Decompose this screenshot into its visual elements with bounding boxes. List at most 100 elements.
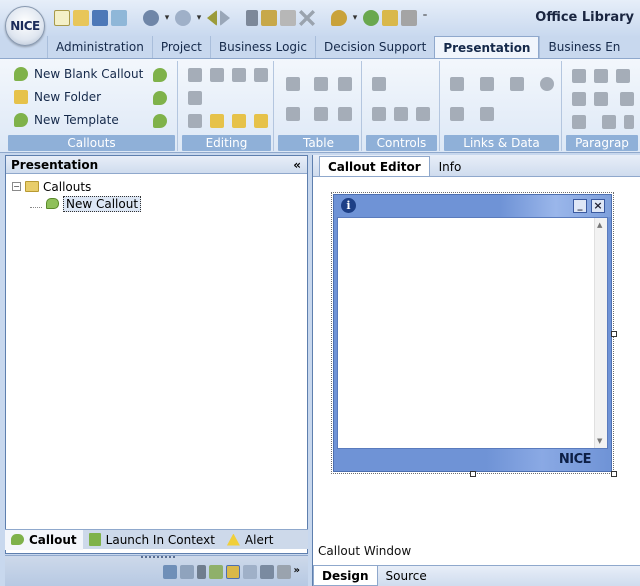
find-icon[interactable]: [331, 10, 347, 26]
callout-content-area[interactable]: ▲ ▼: [337, 217, 608, 449]
tree-view-icon[interactable]: [162, 565, 177, 579]
control-icon[interactable]: [372, 77, 386, 91]
vertical-scrollbar[interactable]: ▲ ▼: [594, 218, 607, 448]
document-icon[interactable]: [450, 77, 464, 91]
align-center-icon[interactable]: [594, 69, 608, 83]
resize-handle-corner[interactable]: [611, 471, 617, 477]
resize-handle-right[interactable]: [611, 331, 617, 337]
tree-folder-callouts[interactable]: − Callouts: [12, 178, 307, 195]
collapse-panel-button[interactable]: «: [293, 156, 301, 174]
insert-column-icon[interactable]: [286, 107, 300, 121]
window-icon[interactable]: [242, 565, 257, 579]
pages-icon[interactable]: [179, 565, 194, 579]
bulleted-list-icon[interactable]: [594, 92, 608, 106]
tab-callout[interactable]: Callout: [5, 529, 83, 550]
indent-icon[interactable]: [602, 115, 616, 129]
cut-icon[interactable]: [188, 68, 202, 82]
paste-icon[interactable]: [280, 10, 296, 26]
collapse-node-icon[interactable]: −: [12, 182, 21, 191]
undo-icon[interactable]: [143, 10, 159, 26]
layout-icon[interactable]: [372, 107, 386, 121]
settings-icon[interactable]: [540, 77, 554, 91]
select-all-icon[interactable]: [254, 114, 268, 128]
tab-administration[interactable]: Administration: [47, 36, 152, 58]
new-icon[interactable]: [54, 10, 70, 26]
merge-cells-icon[interactable]: [338, 107, 352, 121]
link-image-icon[interactable]: [480, 107, 494, 121]
scroll-down-icon[interactable]: ▼: [597, 437, 602, 445]
close-button[interactable]: ×: [591, 199, 605, 213]
scroll-up-icon[interactable]: ▲: [597, 221, 602, 229]
new-folder-button[interactable]: New Folder: [14, 90, 101, 104]
tab-alert[interactable]: Alert: [221, 530, 280, 550]
text-style-icon[interactable]: [572, 115, 586, 129]
data-field-icon[interactable]: [510, 77, 524, 91]
minimize-button[interactable]: _: [573, 199, 587, 213]
anchor-icon[interactable]: [416, 107, 430, 121]
tab-launch-in-context[interactable]: Launch In Context: [83, 530, 221, 550]
delete-icon[interactable]: [299, 10, 315, 26]
presentation-icon[interactable]: [225, 565, 240, 579]
format-painter-icon[interactable]: [232, 114, 246, 128]
tab-design[interactable]: Design: [313, 566, 378, 586]
image-icon[interactable]: [210, 114, 224, 128]
screenshot-icon[interactable]: [401, 10, 417, 26]
tab-source[interactable]: Source: [378, 566, 435, 586]
preview-callout-icon[interactable]: [153, 91, 167, 105]
table-cols-icon[interactable]: [338, 77, 352, 91]
tab-business-logic[interactable]: Business Logic: [209, 36, 315, 58]
print-icon[interactable]: [276, 565, 291, 579]
tree-item-new-callout[interactable]: New Callout: [12, 195, 307, 212]
view-tabs: Design Source: [313, 565, 640, 586]
back-icon[interactable]: [207, 10, 217, 26]
play-icon[interactable]: [363, 10, 379, 26]
align-left-icon[interactable]: [572, 69, 586, 83]
import-callout-icon[interactable]: [153, 68, 167, 82]
presentation-panel: Presentation « − Callouts New Callout: [5, 155, 308, 554]
tab-callout-editor[interactable]: Callout Editor: [319, 156, 430, 176]
tab-project[interactable]: Project: [151, 36, 210, 58]
palette-icon[interactable]: [188, 114, 202, 128]
fork-icon[interactable]: [259, 565, 274, 579]
grid-icon[interactable]: [394, 107, 408, 121]
checkin-icon[interactable]: [111, 10, 127, 26]
publish-icon[interactable]: [382, 10, 398, 26]
insert-table-icon[interactable]: [286, 77, 300, 91]
resize-grip[interactable]: [141, 556, 175, 560]
copy-icon[interactable]: [261, 10, 277, 26]
delete-icon[interactable]: [254, 68, 268, 82]
new-blank-callout-button[interactable]: New Blank Callout: [14, 67, 143, 81]
table-rows-icon[interactable]: [314, 77, 328, 91]
align-right-icon[interactable]: [616, 69, 630, 83]
group-callouts: New Blank Callout New Folder New Templat…: [6, 61, 178, 151]
forward-icon[interactable]: [220, 10, 230, 26]
flag-icon[interactable]: [196, 565, 206, 579]
tab-presentation[interactable]: Presentation: [434, 36, 540, 58]
comment-icon[interactable]: [480, 77, 494, 91]
attachment-icon[interactable]: [450, 107, 464, 121]
numbered-list-icon[interactable]: [572, 92, 586, 106]
resize-handle-bottom[interactable]: [470, 471, 476, 477]
tab-business-entities[interactable]: Business En: [539, 36, 628, 58]
new-template-button[interactable]: New Template: [14, 113, 119, 127]
callout-list-icon[interactable]: [208, 565, 223, 579]
save-icon[interactable]: [92, 10, 108, 26]
callout-properties-icon[interactable]: [153, 114, 167, 128]
app-menu-button[interactable]: NICE: [5, 6, 45, 46]
panel-header: Presentation «: [6, 156, 307, 174]
callout-window-preview[interactable]: i _ × ▲ ▼ NICE: [331, 192, 617, 477]
group-paragraph: Paragrap: [564, 61, 640, 151]
launch-icon: [88, 533, 101, 546]
insert-row-icon[interactable]: [314, 107, 328, 121]
cut-icon[interactable]: [246, 10, 258, 26]
tab-decision-support[interactable]: Decision Support: [314, 36, 434, 58]
email-icon[interactable]: [188, 91, 202, 105]
copy-icon[interactable]: [210, 68, 224, 82]
paste-icon[interactable]: [232, 68, 246, 82]
open-icon[interactable]: [73, 10, 89, 26]
more-icon[interactable]: »: [294, 565, 300, 579]
redo-icon[interactable]: [175, 10, 191, 26]
outdent-icon[interactable]: [624, 115, 634, 129]
paragraph-mark-icon[interactable]: [620, 92, 634, 106]
tab-info[interactable]: Info: [430, 156, 471, 176]
